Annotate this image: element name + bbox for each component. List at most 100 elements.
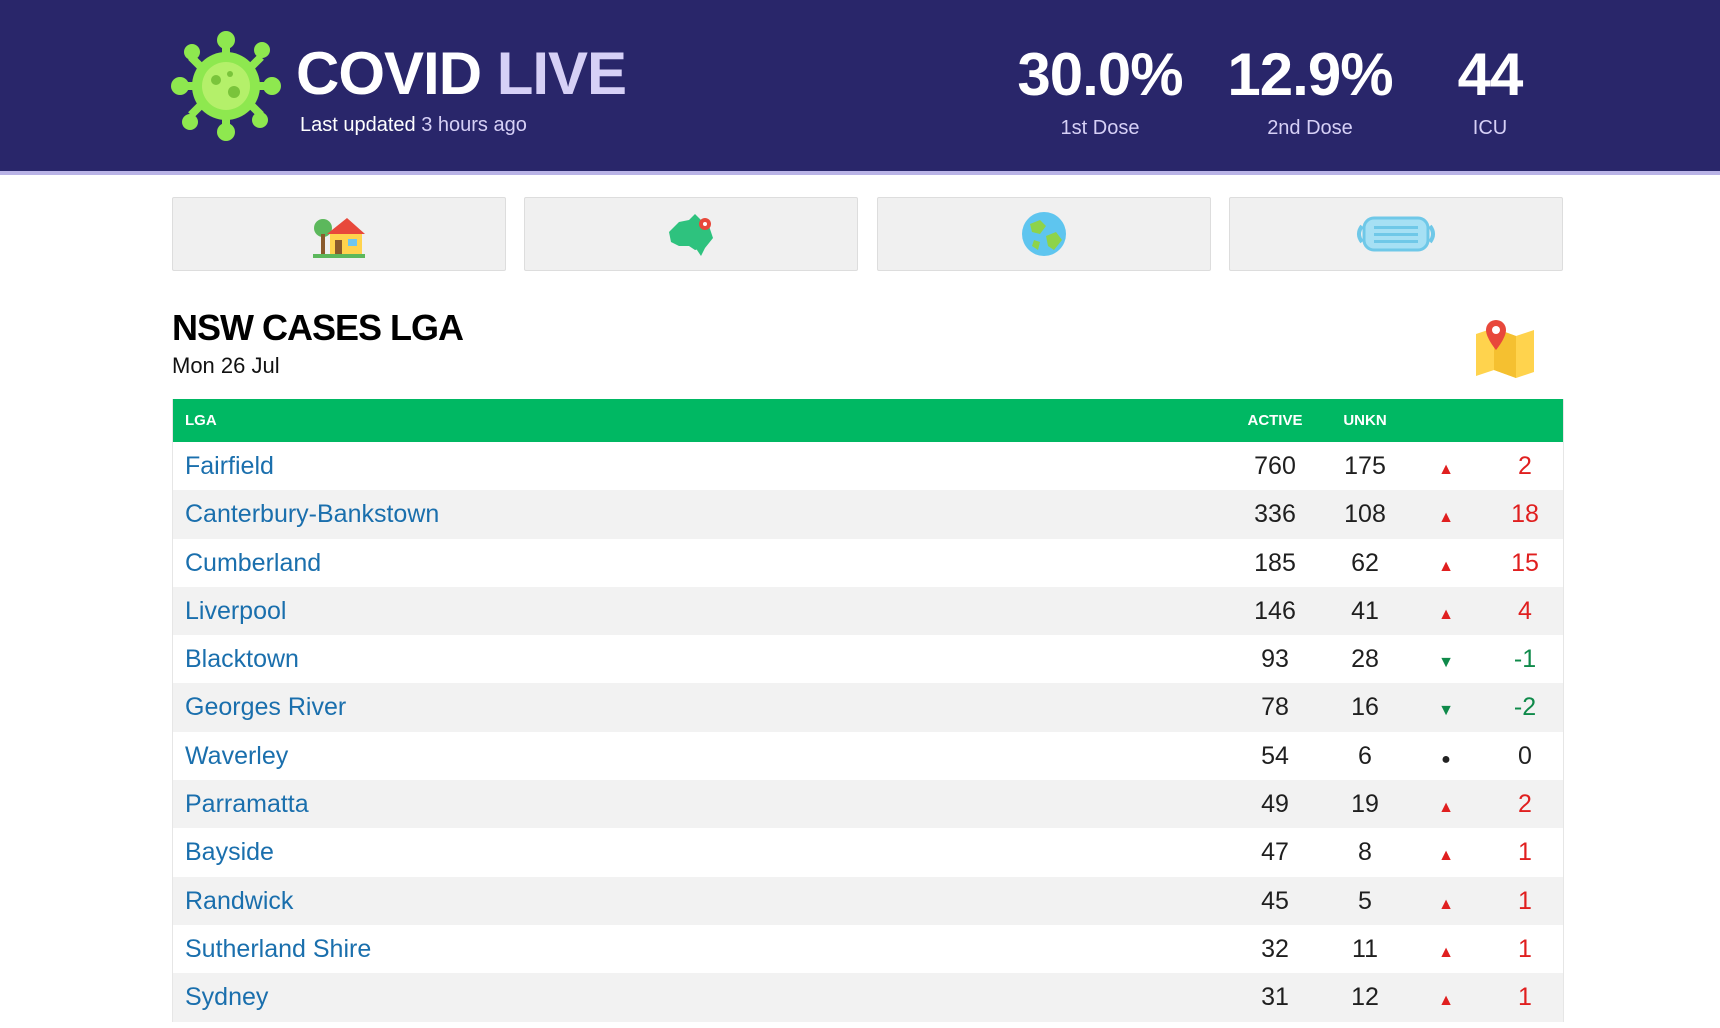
face-mask-icon bbox=[1357, 216, 1435, 252]
stat-first-dose-value: 30.0% bbox=[1017, 41, 1183, 108]
virus-logo-icon[interactable] bbox=[170, 30, 282, 142]
site-title-main: COVID bbox=[296, 40, 482, 107]
change-value: 0 bbox=[1518, 741, 1532, 770]
table-row: Randwick 45 5 ▲ 1 bbox=[173, 876, 1563, 925]
site-header: COVID LIVE Last updated 3 hours ago 30.0… bbox=[0, 0, 1720, 175]
unknown-count: 41 bbox=[1351, 596, 1379, 625]
table-row: Bayside 47 8 ▲ 1 bbox=[173, 828, 1563, 876]
trend-up-icon: ▲ bbox=[1438, 509, 1454, 527]
trend-up-icon: ▲ bbox=[1438, 847, 1454, 865]
unknown-count: 6 bbox=[1358, 741, 1372, 770]
column-header-active[interactable]: ACTIVE bbox=[1233, 412, 1317, 429]
stat-icu: 44 ICU bbox=[1430, 40, 1550, 142]
lga-name-link[interactable]: Fairfield bbox=[185, 454, 274, 479]
trend-up-icon: ▲ bbox=[1438, 943, 1454, 961]
trend-down-icon: ▼ bbox=[1438, 702, 1454, 720]
last-updated-label: Last updated bbox=[300, 114, 416, 136]
unknown-count: 28 bbox=[1351, 645, 1379, 674]
change-value: 1 bbox=[1518, 886, 1532, 915]
table-row: Liverpool 146 41 ▲ 4 bbox=[173, 586, 1563, 636]
stat-icu-value: 44 bbox=[1457, 41, 1524, 108]
trend-up-icon: ▲ bbox=[1438, 557, 1454, 575]
table-body: Fairfield 760 175 ▲ 2 Canterbury-Bankstown 336… bbox=[173, 442, 1563, 1022]
unknown-count: 16 bbox=[1351, 693, 1379, 722]
active-count: 146 bbox=[1254, 596, 1296, 625]
trend-up-icon: ▲ bbox=[1438, 461, 1454, 478]
lga-name-link[interactable]: Cumberland bbox=[185, 550, 321, 576]
change-value: -1 bbox=[1513, 645, 1537, 674]
lga-name-link[interactable]: Randwick bbox=[185, 888, 293, 914]
table-row: Sydney 31 12 ▲ 1 bbox=[173, 973, 1563, 1022]
section-title: NSW CASES LGA bbox=[172, 307, 464, 348]
table-header: LGA ACTIVE UNKN bbox=[173, 399, 1563, 442]
lga-name-link[interactable]: Parramatta bbox=[185, 792, 309, 817]
lga-name-link[interactable]: Blacktown bbox=[185, 647, 299, 672]
table-row: Sutherland Shire 32 11 ▲ 1 bbox=[173, 925, 1563, 973]
table-row: Georges River 78 16 ▼ -2 bbox=[173, 683, 1563, 732]
lga-name-link[interactable]: Sydney bbox=[185, 985, 268, 1010]
table-row: Fairfield 760 175 ▲ 2 bbox=[173, 442, 1563, 490]
active-count: 336 bbox=[1254, 500, 1296, 529]
active-count: 32 bbox=[1261, 934, 1289, 963]
unknown-count: 12 bbox=[1351, 983, 1379, 1012]
change-value: 18 bbox=[1511, 500, 1539, 529]
table-row: Cumberland 185 62 ▲ 15 bbox=[173, 539, 1563, 587]
change-value: -2 bbox=[1513, 693, 1537, 722]
change-value: 2 bbox=[1518, 452, 1532, 480]
site-title-accent: LIVE bbox=[496, 40, 627, 107]
active-count: 31 bbox=[1261, 983, 1289, 1012]
lga-name-link[interactable]: Georges River bbox=[185, 695, 346, 720]
column-header-unkn[interactable]: UNKN bbox=[1323, 412, 1407, 429]
trend-down-icon: ▼ bbox=[1438, 654, 1454, 672]
lga-name-link[interactable]: Bayside bbox=[185, 840, 274, 865]
active-count: 93 bbox=[1261, 645, 1289, 674]
active-count: 45 bbox=[1261, 886, 1289, 915]
column-header-lga[interactable]: LGA bbox=[185, 412, 217, 429]
change-value: 15 bbox=[1511, 548, 1539, 577]
trend-up-icon: ▲ bbox=[1438, 895, 1454, 913]
table-row: Parramatta 49 19 ▲ 2 bbox=[173, 780, 1563, 829]
site-title[interactable]: COVID LIVE bbox=[296, 38, 627, 110]
nav-button-vaccine[interactable] bbox=[1229, 197, 1563, 271]
change-value: 4 bbox=[1518, 596, 1532, 625]
lga-cases-table: LGA ACTIVE UNKN Fairfield 760 175 ▲ 2 Canterb… bbox=[172, 399, 1564, 1022]
table-row: Waverley 54 6 ● 0 bbox=[173, 732, 1563, 780]
nav-button-world[interactable] bbox=[877, 197, 1211, 271]
active-count: 47 bbox=[1261, 838, 1289, 867]
unknown-count: 8 bbox=[1358, 838, 1372, 867]
unknown-count: 11 bbox=[1352, 934, 1378, 963]
trend-up-icon: ▲ bbox=[1438, 992, 1454, 1010]
unknown-count: 62 bbox=[1351, 548, 1379, 577]
change-value: 1 bbox=[1518, 983, 1532, 1012]
nav-button-australia[interactable] bbox=[524, 197, 858, 271]
unknown-count: 175 bbox=[1344, 452, 1386, 480]
active-count: 185 bbox=[1254, 548, 1296, 577]
trend-up-icon: ▲ bbox=[1438, 799, 1454, 817]
active-count: 54 bbox=[1261, 741, 1289, 770]
map-pin-icon[interactable] bbox=[1472, 318, 1538, 380]
stat-second-dose-label: 2nd Dose bbox=[1267, 117, 1353, 139]
stat-first-dose: 30.0% 1st Dose bbox=[1012, 40, 1188, 142]
stat-second-dose: 12.9% 2nd Dose bbox=[1222, 40, 1398, 142]
stat-first-dose-label: 1st Dose bbox=[1060, 117, 1140, 139]
active-count: 760 bbox=[1254, 452, 1296, 480]
lga-name-link[interactable]: Liverpool bbox=[185, 598, 286, 624]
house-icon bbox=[313, 218, 365, 258]
table-row: Blacktown 93 28 ▼ -1 bbox=[173, 635, 1563, 683]
lga-name-link[interactable]: Sutherland Shire bbox=[185, 936, 371, 962]
active-count: 49 bbox=[1261, 790, 1289, 819]
australia-map-icon bbox=[669, 214, 713, 256]
trend-up-icon: ▲ bbox=[1438, 605, 1454, 623]
stat-second-dose-value: 12.9% bbox=[1227, 41, 1393, 108]
active-count: 78 bbox=[1261, 693, 1289, 722]
unknown-count: 5 bbox=[1358, 886, 1372, 915]
change-value: 2 bbox=[1518, 790, 1532, 819]
last-updated: Last updated 3 hours ago bbox=[300, 114, 527, 137]
unknown-count: 19 bbox=[1351, 790, 1379, 819]
globe-icon bbox=[1022, 212, 1066, 256]
nav-button-local[interactable] bbox=[172, 197, 506, 271]
lga-name-link[interactable]: Canterbury-Bankstown bbox=[185, 502, 439, 527]
lga-name-link[interactable]: Waverley bbox=[185, 743, 288, 769]
trend-flat-icon: ● bbox=[1441, 750, 1451, 768]
stat-icu-label: ICU bbox=[1472, 117, 1508, 139]
